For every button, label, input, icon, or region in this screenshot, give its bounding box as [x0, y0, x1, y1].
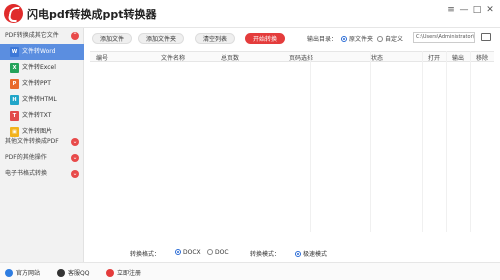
fast-mode-radio[interactable]: 极速模式	[295, 249, 327, 258]
sidebar-item-label: 文件转Excel	[22, 64, 56, 71]
file-table-header: 编号 文件名称 总页数 页码选择 状态 打开 输出 移除	[90, 51, 494, 62]
column-divider	[470, 51, 471, 232]
radio-unchecked-icon	[207, 249, 213, 255]
output-dir-label: 输出目录：	[307, 36, 338, 43]
sidebar-item-label: 文件转HTML	[22, 96, 57, 103]
column-divider	[370, 51, 371, 232]
custom-label: 自定义	[385, 36, 404, 43]
status-bar: 官方网站 客服QQ 立即注册	[0, 262, 500, 280]
format-label: 转换格式：	[130, 251, 161, 258]
add-folder-button[interactable]: 添加文件夹	[138, 33, 185, 44]
column-header-output: 输出	[452, 55, 465, 62]
browse-folder-icon[interactable]	[481, 33, 491, 41]
sidebar-item-html[interactable]: H 文件转HTML	[0, 92, 84, 108]
output-path-input[interactable]: C:\Users\Administrator\Des	[413, 32, 475, 43]
word-file-icon: W	[10, 47, 19, 57]
column-header-pages: 总页数	[221, 55, 240, 62]
radio-unchecked-icon	[377, 36, 383, 42]
radio-checked-icon	[295, 251, 301, 257]
doc-label: DOC	[215, 249, 229, 256]
html-file-icon: H	[10, 95, 19, 105]
sidebar-item-ppt[interactable]: P 文件转PPT	[0, 76, 84, 92]
sidebar-category-pdf-ops[interactable]: PDF的其他操作 ⌄	[0, 150, 84, 166]
txt-file-icon: T	[10, 111, 19, 121]
sidebar-item-word[interactable]: W 文件转Word	[0, 44, 84, 60]
conversion-options: 转换格式： DOCX DOC 转换模式： 极速模式	[85, 247, 500, 261]
custom-radio[interactable]: 自定义	[377, 34, 403, 43]
file-table-body[interactable]	[90, 62, 494, 232]
register-link[interactable]: 立即注册	[106, 268, 141, 277]
chevron-down-icon[interactable]: ⌄	[71, 154, 79, 162]
chevron-down-icon[interactable]: ⌄	[71, 170, 79, 178]
column-divider	[310, 51, 311, 232]
official-website-link[interactable]: 官方网站	[5, 268, 40, 277]
app-title: 闪电pdf转换成ppt转换器	[27, 8, 157, 21]
category-label: PDF转换成其它文件	[5, 32, 59, 39]
sidebar-item-excel[interactable]: X 文件转Excel	[0, 60, 84, 76]
qq-label: 客服QQ	[68, 270, 90, 277]
sidebar-item-label: 文件转Word	[22, 48, 56, 55]
app-logo-icon	[4, 4, 23, 23]
website-label: 官方网站	[16, 270, 41, 277]
menu-icon[interactable]: ≡	[445, 4, 457, 16]
column-header-status: 状态	[371, 55, 384, 62]
sidebar-item-txt[interactable]: T 文件转TXT	[0, 108, 84, 124]
column-header-open: 打开	[428, 55, 441, 62]
docx-label: DOCX	[183, 249, 201, 256]
close-icon[interactable]: ✕	[484, 4, 496, 16]
column-header-remove: 移除	[476, 55, 489, 62]
home-icon	[5, 269, 13, 277]
category-label: 其他文件转换成PDF	[5, 138, 59, 145]
clear-list-button[interactable]: 清空列表	[195, 33, 236, 44]
column-header-id: 编号	[96, 55, 109, 62]
sidebar-category-ebook[interactable]: 电子书格式转换 ⌄	[0, 166, 84, 182]
maximize-icon[interactable]: □	[471, 4, 483, 16]
ppt-file-icon: P	[10, 79, 19, 89]
mode-label: 转换模式：	[250, 251, 281, 258]
minimize-icon[interactable]: —	[458, 4, 470, 16]
source-folder-radio[interactable]: 原文件夹	[341, 34, 373, 43]
title-bar: 闪电pdf转换成ppt转换器 ≡ — □ ✕	[0, 0, 500, 28]
category-label: 电子书格式转换	[5, 170, 48, 177]
register-label: 立即注册	[117, 270, 142, 277]
sidebar-category-other-to-pdf[interactable]: 其他文件转换成PDF ⌄	[0, 134, 84, 150]
radio-checked-icon	[341, 36, 347, 42]
excel-file-icon: X	[10, 63, 19, 73]
doc-radio[interactable]: DOC	[207, 249, 229, 256]
column-divider	[422, 51, 423, 232]
docx-radio[interactable]: DOCX	[175, 249, 201, 256]
fast-mode-label: 极速模式	[303, 251, 328, 258]
start-convert-button[interactable]: 开始转换	[245, 33, 286, 44]
radio-checked-icon	[175, 249, 181, 255]
qq-support-link[interactable]: 客服QQ	[57, 268, 89, 277]
column-divider	[446, 51, 447, 232]
chevron-up-icon[interactable]: ⌃	[71, 32, 79, 40]
qq-icon	[57, 269, 65, 277]
sidebar-item-label: 文件转TXT	[22, 112, 52, 119]
add-file-button[interactable]: 添加文件	[92, 33, 133, 44]
chevron-down-icon[interactable]: ⌄	[71, 138, 79, 146]
user-icon	[106, 269, 114, 277]
sidebar: PDF转换成其它文件 ⌃ W 文件转Word X 文件转Excel P 文件转P…	[0, 28, 84, 262]
sidebar-category-pdf-to-other[interactable]: PDF转换成其它文件 ⌃	[0, 28, 84, 44]
toolbar: 添加文件 添加文件夹 清空列表 开始转换 输出目录： 原文件夹 自定义 C:\U…	[85, 28, 500, 48]
category-label: PDF的其他操作	[5, 154, 47, 161]
sidebar-item-label: 文件转PPT	[22, 80, 51, 87]
column-header-filename: 文件名称	[161, 55, 186, 62]
source-folder-label: 原文件夹	[349, 36, 374, 43]
